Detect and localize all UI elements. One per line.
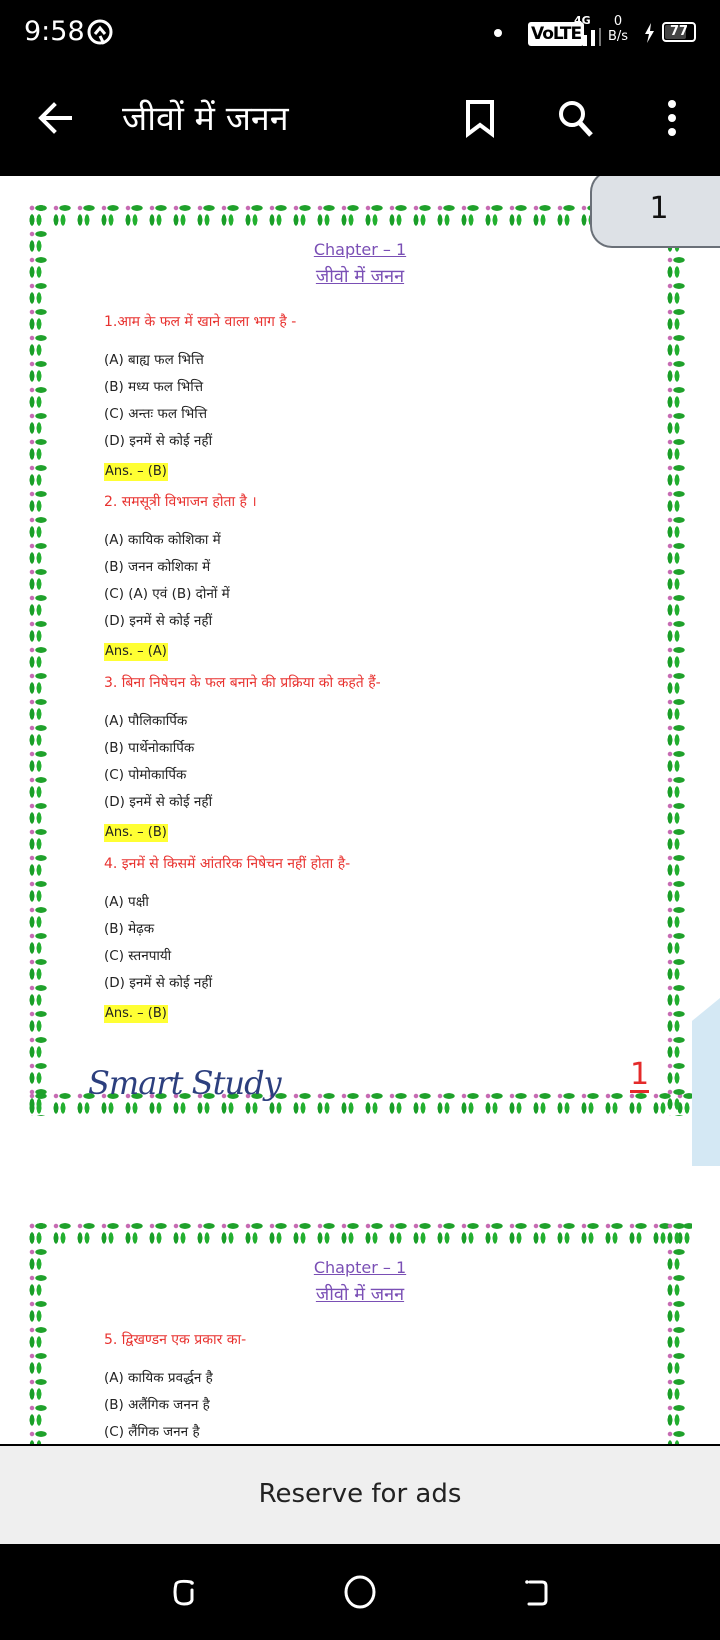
option-b: (B) अलैंगिक जनन है	[104, 1397, 210, 1413]
question-block: 2. समसूत्री विभाजन होता है । (A) कायिक क…	[104, 492, 624, 661]
document-page-2: Chapter – 1 जीवो में जनन 5. द्विखण्डन एक…	[28, 1220, 692, 1446]
question-block: 4. इनमें से किसमें आंतरिक निषेचन नहीं हो…	[104, 854, 624, 1023]
network-type: 4G	[574, 14, 591, 27]
document-page-1: Chapter – 1 जीवो में जनन 1.आम के फल में …	[28, 202, 692, 1166]
option-c: (C) लैंगिक जनन है	[104, 1424, 200, 1440]
options-list: (A) पक्षी (B) मेढ़क (C) स्तनपायी (D) इनम…	[104, 892, 624, 993]
answer-highlight: Ans. – (A)	[104, 643, 168, 661]
page-border-right	[666, 1220, 692, 1446]
question-block: 5. द्विखण्डन एक प्रकार का- (A) कायिक प्र…	[104, 1330, 624, 1442]
back-arrow-icon[interactable]	[34, 96, 78, 140]
option-a: (A) पक्षी	[104, 894, 149, 910]
option-b: (B) जनन कोशिका में	[104, 559, 211, 575]
option-c: (C) पोमोकार्पिक	[104, 767, 187, 783]
page-border-left	[28, 202, 54, 1116]
option-c: (C) स्तनपायी	[104, 948, 172, 964]
page-border-top	[28, 1220, 692, 1246]
option-a: (A) कायिक प्रवर्द्धन है	[104, 1370, 213, 1386]
signal-strength-icon	[575, 28, 601, 46]
page-indicator-badge[interactable]: 1	[590, 176, 720, 248]
options-list: (A) पौलिकार्पिक (B) पार्थेनोकार्पिक (C) …	[104, 711, 624, 812]
option-b: (B) मध्य फल भित्ति	[104, 379, 204, 395]
page-border-right	[666, 202, 692, 1116]
options-list: (A) कायिक प्रवर्द्धन है (B) अलैंगिक जनन …	[104, 1368, 624, 1442]
page-border-left	[28, 1220, 54, 1446]
option-c: (C) (A) एवं (B) दोनों में	[104, 586, 230, 602]
options-list: (A) कायिक कोशिका में (B) जनन कोशिका में …	[104, 530, 624, 631]
option-b: (B) मेढ़क	[104, 921, 155, 937]
option-d: (D) इनमें से कोई नहीं	[104, 613, 213, 629]
question-text: 4. इनमें से किसमें आंतरिक निषेचन नहीं हो…	[104, 856, 351, 872]
system-nav-bar	[0, 1544, 720, 1640]
data-speed: 0 B/s	[608, 14, 628, 44]
chapter-number: Chapter – 1	[313, 1258, 407, 1277]
answer-highlight: Ans. – (B)	[104, 1005, 168, 1023]
battery-icon: 77	[662, 22, 696, 42]
charging-bolt-icon	[645, 23, 654, 43]
android-q-icon	[87, 19, 113, 45]
home-icon[interactable]	[340, 1572, 380, 1612]
recents-icon[interactable]	[164, 1572, 204, 1612]
option-d: (D) इनमें से कोई नहीं	[104, 975, 213, 991]
option-a: (A) पौलिकार्पिक	[104, 713, 188, 729]
more-vert-icon[interactable]	[660, 96, 684, 140]
app-title: जीवों में जनन	[122, 99, 289, 139]
data-speed-unit: B/s	[608, 29, 629, 44]
options-list: (A) बाह्य फल भित्ति (B) मध्य फल भित्ति (…	[104, 350, 624, 451]
question-text: 1.आम के फल में खाने वाला भाग है -	[104, 314, 297, 330]
option-a: (A) कायिक कोशिका में	[104, 532, 221, 548]
option-b: (B) पार्थेनोकार्पिक	[104, 740, 195, 756]
app-bar: जीवों में जनन	[0, 66, 720, 176]
option-a: (A) बाह्य फल भित्ति	[104, 352, 204, 368]
status-time: 9:58	[24, 16, 85, 47]
option-d: (D) इनमें से कोई नहीं	[104, 433, 213, 449]
footer-page-number: 1	[630, 1057, 650, 1093]
battery-level: 77	[669, 24, 689, 39]
search-icon[interactable]	[556, 96, 596, 140]
ad-placeholder[interactable]: Reserve for ads	[0, 1444, 720, 1544]
question-block: 3. बिना निषेचन के फल बनाने की प्रक्रिया …	[104, 673, 624, 842]
chapter-title: जीवो में जनन	[315, 1284, 405, 1305]
answer-highlight: Ans. – (B)	[104, 824, 168, 842]
question-block: 1.आम के फल में खाने वाला भाग है - (A) बा…	[104, 312, 624, 481]
brand-watermark: Smart Study	[88, 1064, 282, 1102]
data-speed-value: 0	[613, 14, 623, 29]
answer-highlight: Ans. – (B)	[104, 463, 168, 481]
status-bar: 9:58 VoLTE 4G 0 B/s 77	[0, 0, 720, 66]
pdf-viewer[interactable]: Chapter – 1 जीवो में जनन 1.आम के फल में …	[0, 176, 720, 1446]
option-d: (D) इनमें से कोई नहीं	[104, 794, 213, 810]
question-text: 3. बिना निषेचन के फल बनाने की प्रक्रिया …	[104, 675, 381, 691]
bookmark-icon[interactable]	[462, 96, 498, 140]
question-text: 2. समसूत्री विभाजन होता है ।	[104, 494, 257, 510]
chapter-number: Chapter – 1	[313, 240, 407, 259]
notification-dot-icon	[494, 29, 502, 37]
question-text: 5. द्विखण्डन एक प्रकार का-	[104, 1332, 247, 1348]
back-nav-icon[interactable]	[516, 1572, 556, 1612]
chapter-title: जीवो में जनन	[315, 266, 405, 287]
option-c: (C) अन्तः फल भित्ति	[104, 406, 208, 422]
